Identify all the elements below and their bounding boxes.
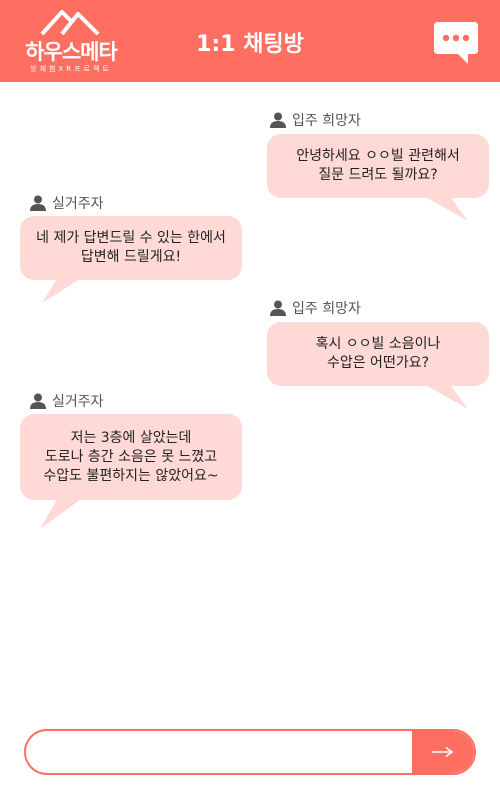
logo[interactable]: 하우스메타 방체험XR프로젝트 (16, 8, 126, 74)
message-line: 도로나 층간 소음은 못 느꼈고 (44, 448, 218, 465)
app-header: 하우스메타 방체험XR프로젝트 1:1 채팅방 (0, 0, 500, 82)
user-icon (30, 195, 46, 211)
message-bubble: 저는 3층에 살았는데 도로나 층간 소음은 못 느꼈고 수압도 불편하지는 않… (20, 414, 242, 500)
message-input[interactable] (42, 731, 416, 773)
send-button[interactable] (412, 731, 474, 773)
user-icon (30, 393, 46, 409)
message-line: 네 제가 답변드릴 수 있는 한에서 (36, 230, 226, 246)
arrow-right-icon (432, 746, 454, 758)
chat-bubble-icon[interactable] (432, 20, 480, 66)
message-line: 저는 3층에 살았는데 (70, 429, 192, 446)
message-line: 혹시 ㅇㅇ빌 소음이나 (315, 336, 441, 352)
message-line: 안녕하세요 ㅇㅇ빌 관련해서 (296, 148, 460, 164)
sender-name: 실거주자 (52, 394, 104, 410)
page-title: 1:1 채팅방 (196, 32, 304, 57)
sender-label: 실거주자 (30, 391, 104, 411)
user-icon (270, 300, 286, 316)
house-roof-icon (40, 10, 100, 36)
bubble-tail (420, 382, 468, 409)
sender-label: 입주 희망자 (270, 298, 361, 318)
message-bubble: 안녕하세요 ㅇㅇ빌 관련해서 질문 드려도 될까요? (267, 134, 489, 198)
bubble-tail (420, 194, 468, 221)
message-composer (24, 729, 476, 775)
user-icon (270, 112, 286, 128)
sender-name: 입주 희망자 (292, 113, 361, 129)
message-bubble: 네 제가 답변드릴 수 있는 한에서 답변해 드릴게요! (20, 216, 242, 280)
sender-name: 입주 희망자 (292, 301, 361, 317)
message-line: 수압도 불편하지는 않았어요~ (43, 467, 219, 484)
message-line: 답변해 드릴게요! (80, 249, 182, 265)
logo-subtitle: 방체험XR프로젝트 (30, 65, 112, 73)
sender-label: 실거주자 (30, 193, 104, 213)
message-line: 수압은 어떤가요? (326, 355, 430, 371)
message-line: 질문 드려도 될까요? (318, 167, 438, 183)
message-bubble: 혹시 ㅇㅇ빌 소음이나 수압은 어떤가요? (267, 322, 489, 386)
sender-label: 입주 희망자 (270, 110, 361, 130)
sender-name: 실거주자 (52, 196, 104, 212)
logo-title: 하우스메타 (25, 40, 118, 64)
chat-area[interactable]: 입주 희망자 안녕하세요 ㅇㅇ빌 관련해서 질문 드려도 될까요? 실거주자 네… (0, 82, 500, 712)
